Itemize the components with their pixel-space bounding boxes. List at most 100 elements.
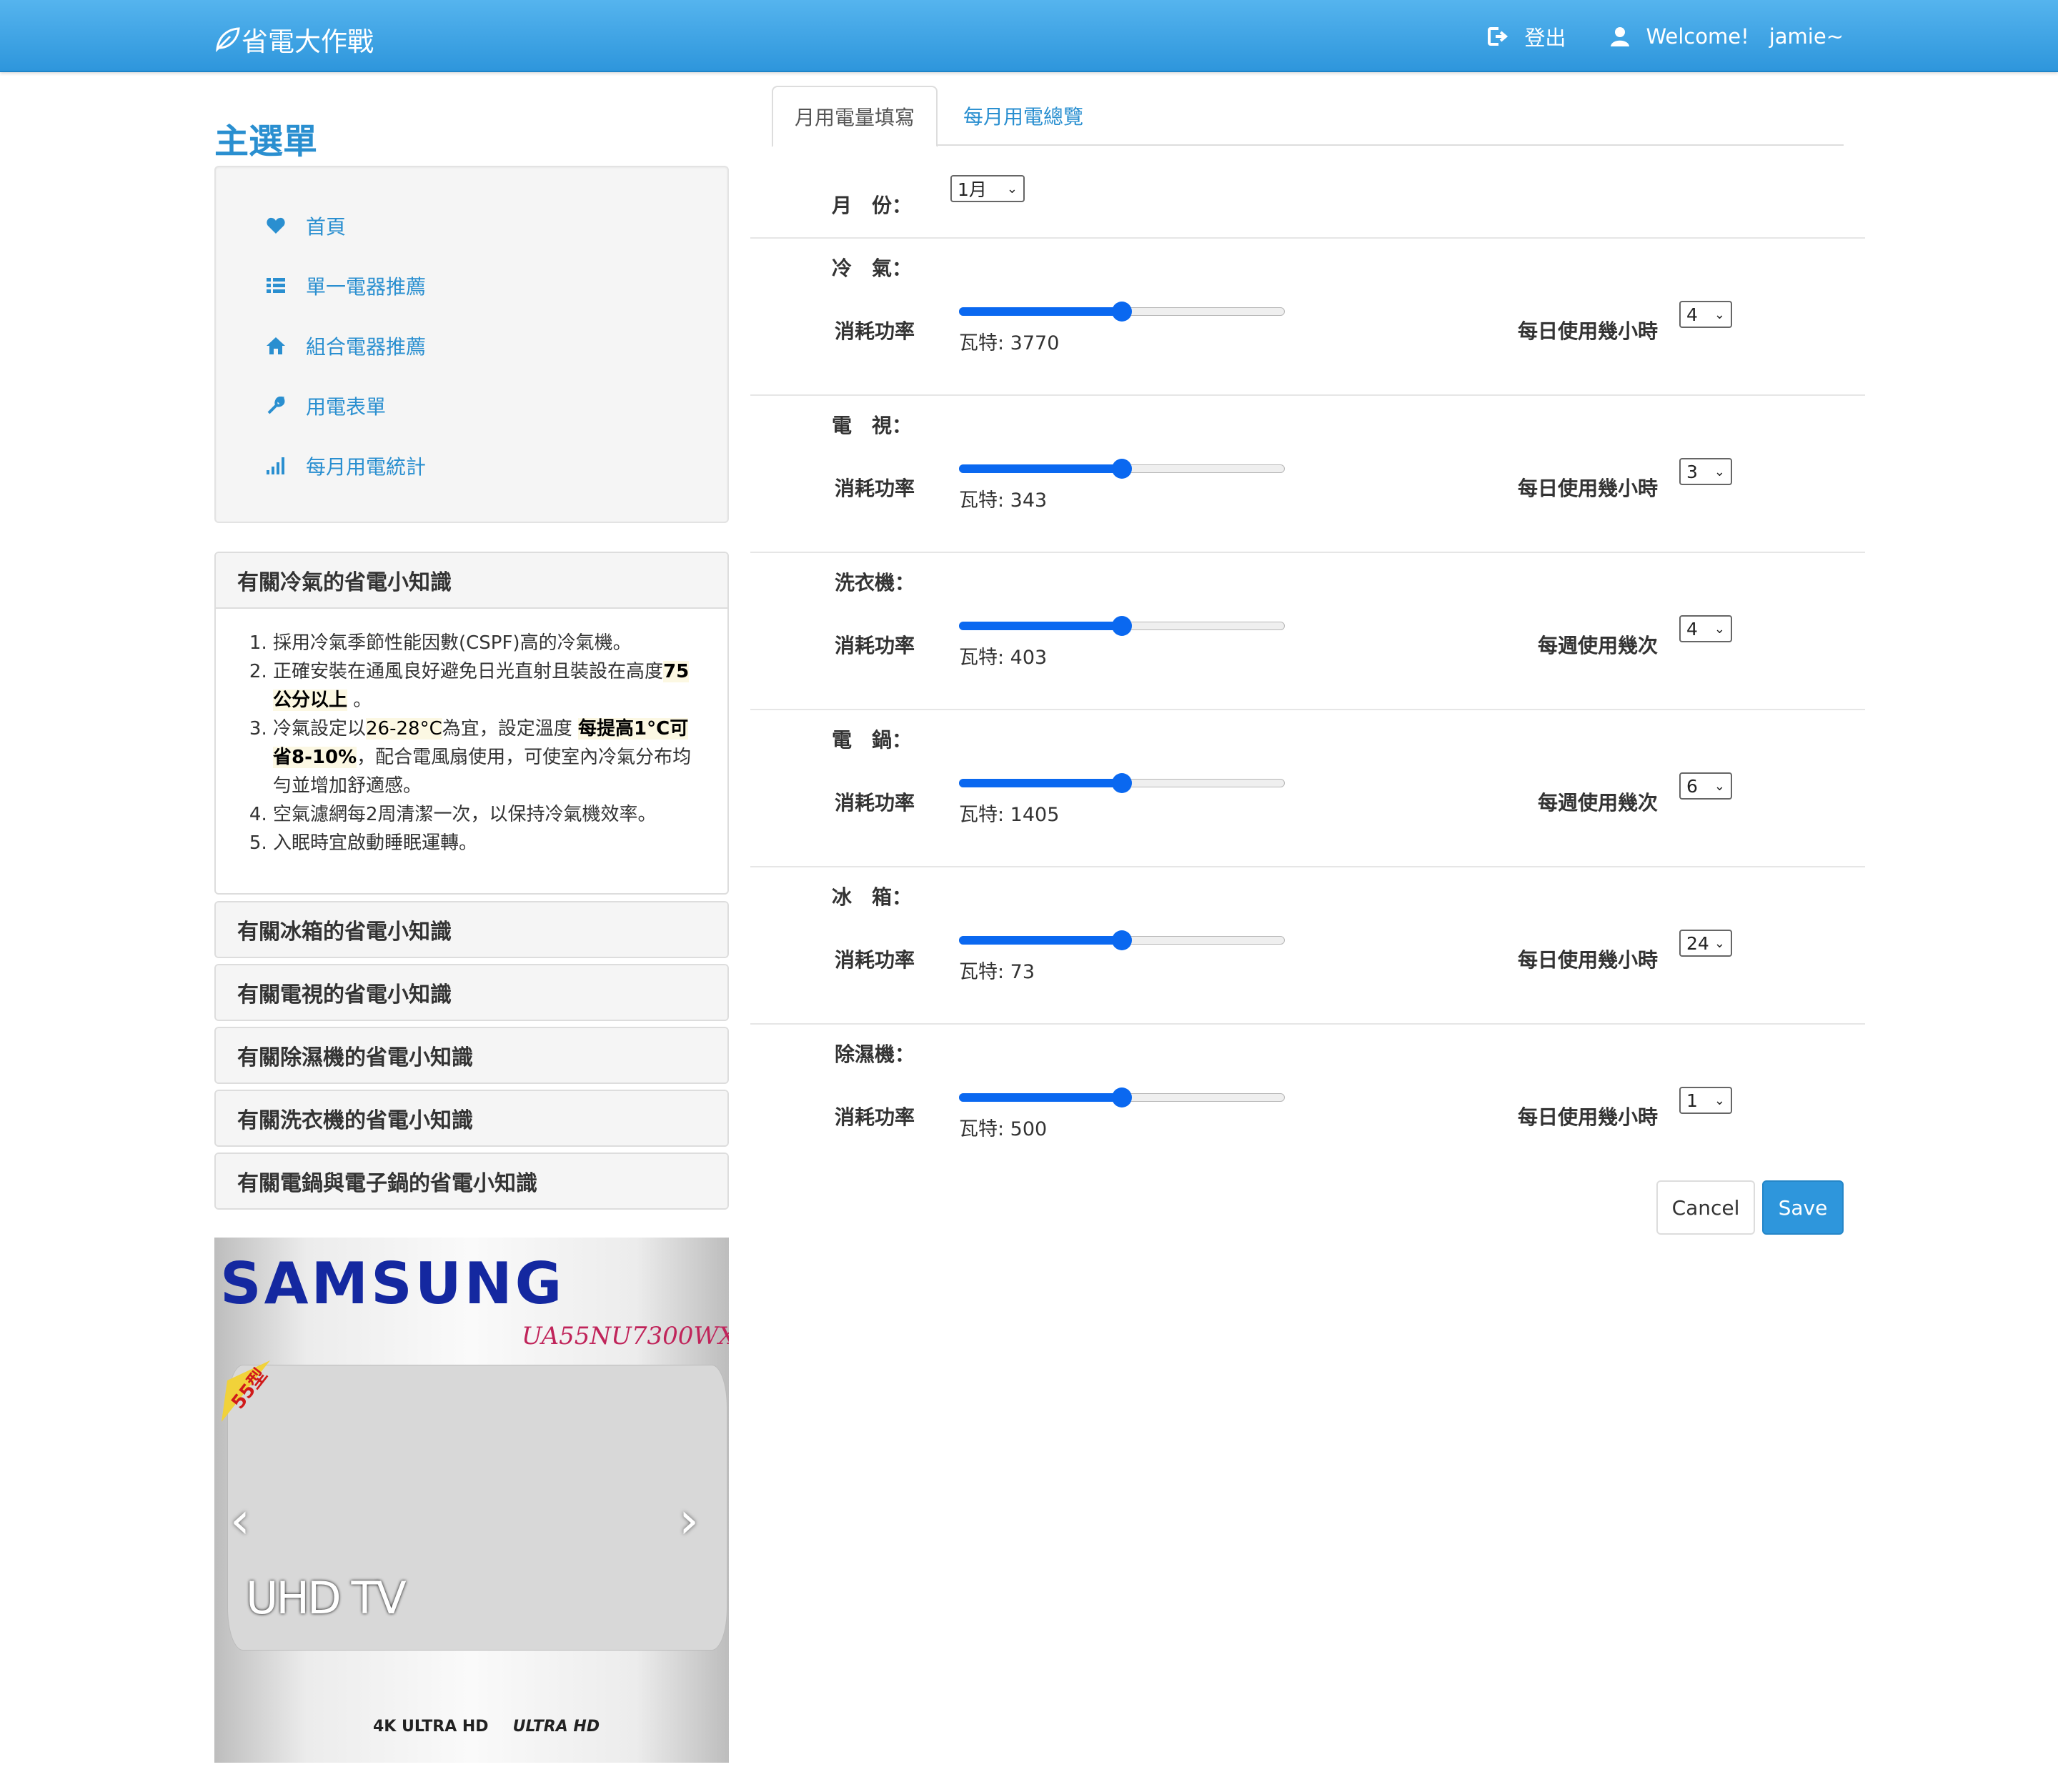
power-slider[interactable] [959,930,1285,950]
chevron-down-icon: ⌄ [1714,464,1725,479]
appliance-name: 電 視： [832,414,913,437]
menu-label: 每月用電統計 [306,455,427,479]
power-slider[interactable] [959,1087,1285,1107]
panel-header[interactable]: 有關冷氣的省電小知識 [216,553,727,607]
save-button[interactable]: Save [1762,1180,1844,1235]
usage-select[interactable]: 3 ⌄ [1679,458,1732,485]
panel-header[interactable]: 有關洗衣機的省電小知識 [216,1091,727,1145]
tv-headline: UHD TV [246,1572,407,1624]
power-slider[interactable] [959,773,1285,793]
menu-item-stats[interactable]: 每月用電統計 [266,452,426,480]
ad-carousel[interactable]: SAMSUNG UA55NU7300WXZW UHD TV 55型 ‹ › 4K… [214,1238,729,1763]
tip-item: 入眠時宜啟動睡眠運轉。 [273,829,706,857]
tip-item: 空氣濾網每2周清潔一次，以保持冷氣機效率。 [273,800,706,829]
usage-label: 每日使用幾小時 [1518,477,1659,500]
power-label: 消耗功率 [835,1105,915,1129]
brand[interactable]: 省電大作戰 [214,20,374,59]
tip-item: 冷氣設定以26-28°C為宜，設定溫度 每提高1°C可省8-10%，配合電風扇使… [273,715,706,800]
usage-select[interactable]: 1 ⌄ [1679,1087,1732,1114]
top-navbar: 省電大作戰 登出 Welcome! jamie~ [0,0,2058,72]
wrench-icon [266,396,286,416]
brand-name: 省電大作戰 [242,26,374,57]
appliance-name: 冰 箱： [832,885,913,909]
power-slider[interactable] [959,459,1285,479]
appliance-name: 除濕機： [835,1042,915,1066]
menu-item-home[interactable]: 首頁 [266,211,346,240]
panel-header[interactable]: 有關電視的省電小知識 [216,965,727,1020]
power-label: 消耗功率 [835,791,915,815]
divider [750,866,1865,867]
month-select[interactable]: 1月 ⌄ [950,175,1025,202]
logout-icon [1488,27,1508,46]
power-label: 消耗功率 [835,948,915,972]
appliance-name: 冷 氣： [832,257,913,280]
size-badge: 55型 [220,1359,284,1423]
tips-panel-ricecooker[interactable]: 有關電鍋與電子鍋的省電小知識 [214,1153,729,1210]
month-label: 月 份： [832,194,913,217]
usage-select[interactable]: 6 ⌄ [1679,772,1732,800]
tip-item: 正確安裝在通風良好避免日光直射且裝設在高度75公分以上 。 [273,657,706,715]
watt-value: 瓦特: 1405 [959,804,1060,826]
4k-logo: 4K ULTRA HD [373,1718,489,1736]
usage-select[interactable]: 24 ⌄ [1679,930,1732,957]
usage-label: 每週使用幾次 [1538,634,1659,657]
power-slider[interactable] [959,616,1285,636]
heart-icon [266,216,286,236]
tips-panel-fridge[interactable]: 有關冰箱的省電小知識 [214,901,729,958]
power-slider[interactable] [959,302,1285,322]
usage-label: 每日使用幾小時 [1518,1105,1659,1129]
chevron-down-icon: ⌄ [1714,622,1725,637]
menu-item-form[interactable]: 用電表單 [266,392,386,420]
samsung-logo: SAMSUNG [220,1250,565,1317]
panel-header[interactable]: 有關除濕機的省電小知識 [216,1028,727,1082]
panel-body: 採用冷氣季節性能因數(CSPF)高的冷氣機。 正確安裝在通風良好避免日光直射且裝… [216,607,727,872]
divider [750,552,1865,553]
model-number: UA55NU7300WXZW [522,1322,729,1350]
power-label: 消耗功率 [835,477,915,500]
user-icon [1611,27,1630,46]
tab-bar: 月用電量填寫 每月用電總覽 [772,86,1844,147]
menu-item-combo[interactable]: 組合電器推薦 [266,332,426,360]
navbar-right: 登出 Welcome! jamie~ [1487,21,1844,51]
watt-value: 瓦特: 73 [959,961,1035,983]
uhd-logo: ULTRA HD [512,1718,600,1736]
leaf-icon [216,27,240,52]
menu-label: 單一電器推薦 [306,275,427,299]
watt-value: 瓦特: 343 [959,489,1048,512]
chevron-down-icon: ⌄ [1714,307,1725,322]
menu-label: 用電表單 [306,395,387,419]
usage-select[interactable]: 4 ⌄ [1679,301,1732,328]
menu-label: 組合電器推薦 [306,335,427,359]
appliance-name: 洗衣機： [835,571,915,594]
tips-panel-tv[interactable]: 有關電視的省電小知識 [214,964,729,1021]
signal-icon [266,456,286,476]
main-menu: 首頁 單一電器推薦 組合電器推薦 用電表單 每月用電統計 [214,166,729,523]
divider [750,237,1865,239]
tips-panel-washer[interactable]: 有關洗衣機的省電小知識 [214,1090,729,1147]
tips-list: 採用冷氣季節性能因數(CSPF)高的冷氣機。 正確安裝在通風良好避免日光直射且裝… [272,629,706,857]
watt-value: 瓦特: 500 [959,1118,1048,1140]
power-label: 消耗功率 [835,634,915,657]
tips-panel-dehumidifier[interactable]: 有關除濕機的省電小知識 [214,1027,729,1084]
watt-value: 瓦特: 3770 [959,332,1060,354]
tab-monthly-overview[interactable]: 每月用電總覽 [963,86,1083,146]
watt-value: 瓦特: 403 [959,647,1048,669]
user-link[interactable]: Welcome! jamie~ [1610,24,1844,49]
tips-panel-aircon: 有關冷氣的省電小知識 採用冷氣季節性能因數(CSPF)高的冷氣機。 正確安裝在通… [214,552,729,895]
sidebar-title: 主選單 [214,121,318,161]
cancel-button[interactable]: Cancel [1656,1180,1755,1235]
panel-header[interactable]: 有關電鍋與電子鍋的省電小知識 [216,1154,727,1208]
divider [750,1023,1865,1025]
logout-link[interactable]: 登出 [1487,21,1566,51]
chevron-down-icon: ⌄ [1714,779,1725,794]
carousel-prev-icon[interactable]: ‹ [230,1491,250,1550]
chevron-down-icon: ⌄ [1006,181,1018,196]
menu-label: 首頁 [306,215,347,239]
panel-header[interactable]: 有關冰箱的省電小知識 [216,902,727,957]
divider [750,394,1865,396]
menu-item-single[interactable]: 單一電器推薦 [266,272,426,300]
usage-label: 每週使用幾次 [1538,791,1659,815]
tab-monthly-input[interactable]: 月用電量填寫 [772,86,938,147]
carousel-next-icon[interactable]: › [679,1491,699,1550]
usage-select[interactable]: 4 ⌄ [1679,615,1732,642]
